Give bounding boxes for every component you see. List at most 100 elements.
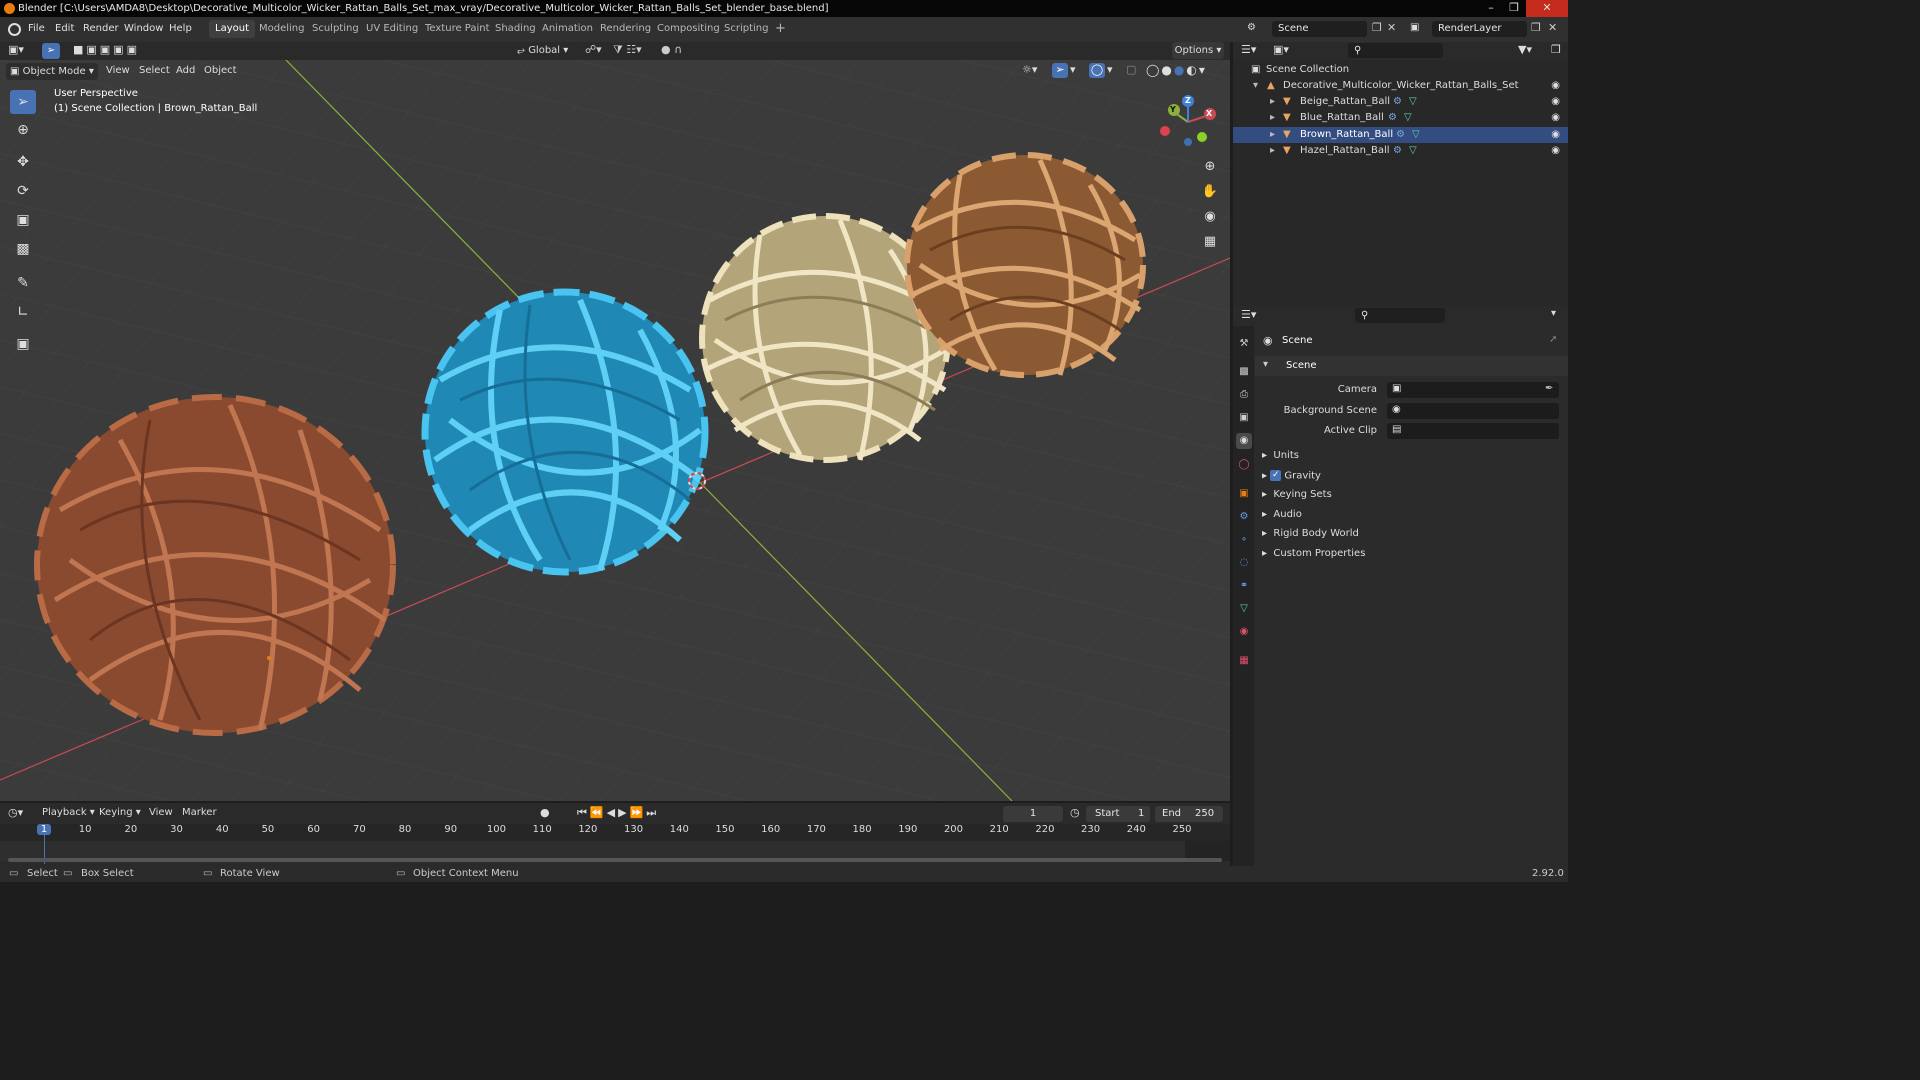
tab-modeling[interactable]: Modeling	[253, 20, 311, 38]
move-tool-icon[interactable]: ✥	[10, 150, 36, 174]
new-render-layer-icon[interactable]: ❐	[1531, 21, 1541, 34]
tab-scripting[interactable]: Scripting	[718, 20, 774, 38]
audio-panel[interactable]: ▸ Audio	[1262, 509, 1302, 520]
record-icon[interactable]: ●	[540, 806, 550, 819]
end-frame-field[interactable]: End 250	[1155, 806, 1223, 822]
menu-view[interactable]: View	[106, 65, 130, 76]
constraints-tab-icon[interactable]: ⚭	[1236, 578, 1252, 594]
properties-options-icon[interactable]: ▾	[1551, 308, 1556, 319]
current-frame-indicator[interactable]: 1	[36, 824, 52, 835]
chevron-right-icon[interactable]: ▸	[1270, 110, 1275, 126]
tab-shading[interactable]: Shading	[489, 20, 542, 38]
chevron-right-icon[interactable]: ▸	[1270, 143, 1275, 159]
transform-tool-icon[interactable]: ▩	[10, 237, 36, 261]
texture-tab-icon[interactable]: ▦	[1236, 653, 1252, 669]
outliner-row-beige[interactable]: ▸ ▼ Beige_Rattan_Ball ⚙ ▽ ◉	[1233, 94, 1568, 110]
gizmo-toggle-icon[interactable]: ➢	[1052, 63, 1068, 78]
outliner-row-brown[interactable]: ▸ ▼ Brown_Rattan_Ball ⚙ ▽ ◉	[1233, 127, 1568, 143]
pan-hand-icon[interactable]: ✋	[1200, 182, 1220, 202]
timeline-view-menu[interactable]: View	[149, 807, 173, 818]
marker-menu[interactable]: Marker	[182, 807, 217, 818]
blue-rattan-ball[interactable]	[421, 288, 709, 576]
custom-properties-panel[interactable]: ▸ Custom Properties	[1262, 548, 1365, 559]
display-mode-icon[interactable]: ▣▾	[1273, 43, 1289, 56]
eye-icon[interactable]: ◉	[1551, 110, 1560, 126]
outliner-row-blue[interactable]: ▸ ▼ Blue_Rattan_Ball ⚙ ▽ ◉	[1233, 110, 1568, 126]
rotate-tool-icon[interactable]: ⟳	[10, 179, 36, 203]
camera-field[interactable]: ▣ ✒	[1387, 382, 1559, 398]
menu-render[interactable]: Render	[83, 17, 119, 42]
eye-icon[interactable]: ◉	[1551, 127, 1560, 143]
mesh-data-icon[interactable]: ▽	[1409, 94, 1417, 110]
brown-rattan-ball[interactable]	[34, 394, 396, 736]
mode-dropdown[interactable]: ▣ Object Mode ▾	[6, 63, 98, 80]
gravity-panel[interactable]: ▸ ✓ Gravity	[1262, 470, 1321, 482]
perspective-toggle-icon[interactable]: ▦	[1200, 232, 1220, 252]
keying-menu[interactable]: Keying ▾	[99, 807, 141, 818]
tab-rendering[interactable]: Rendering	[594, 20, 657, 38]
menu-object[interactable]: Object	[204, 65, 237, 76]
menu-help[interactable]: Help	[169, 17, 192, 42]
add-cube-tool-icon[interactable]: ▣	[10, 332, 36, 356]
new-scene-icon[interactable]: ❐	[1372, 21, 1382, 34]
pivot-point-icon[interactable]: ☍▾	[585, 43, 602, 56]
units-panel[interactable]: ▸ Units	[1262, 450, 1299, 461]
overlays-icon[interactable]: ◯	[1089, 63, 1105, 78]
maximize-icon[interactable]: ❐	[1503, 0, 1525, 17]
properties-search-input[interactable]: ⚲	[1355, 308, 1445, 323]
delete-scene-icon[interactable]: ✕	[1387, 21, 1396, 34]
physics-tab-icon[interactable]: ◌	[1236, 555, 1252, 571]
camera-view-icon[interactable]: ◉	[1200, 207, 1220, 227]
snap-icon[interactable]: ⧩ ☷▾	[613, 43, 642, 57]
output-tab-icon[interactable]: ⎙	[1236, 387, 1252, 403]
tab-uv-editing[interactable]: UV Editing	[360, 20, 424, 38]
scene-tab-icon[interactable]: ◉	[1236, 433, 1252, 449]
proportional-edit-icon[interactable]: ● ∩	[661, 43, 682, 56]
visibility-icon[interactable]: ☼▾	[1022, 63, 1037, 76]
menu-window[interactable]: Window	[124, 17, 163, 42]
menu-add[interactable]: Add	[176, 65, 195, 76]
3d-viewport[interactable]: ▣ Object Mode ▾ View Select Add Object ☼…	[0, 60, 1230, 801]
keying-sets-panel[interactable]: ▸ Keying Sets	[1262, 489, 1332, 500]
select-box-tool-icon[interactable]: ➢	[10, 90, 36, 114]
blender-menu-icon[interactable]	[8, 23, 21, 36]
prev-keyframe-icon[interactable]: ⏪	[590, 806, 607, 819]
render-layer-field[interactable]: RenderLayer	[1432, 21, 1527, 37]
transform-orientation-dropdown[interactable]: ⥂ Global ▾	[513, 42, 577, 59]
delete-render-layer-icon[interactable]: ✕	[1548, 21, 1557, 34]
modifier-wrench-icon[interactable]: ⚙	[1393, 143, 1402, 159]
world-tab-icon[interactable]: ◯	[1236, 457, 1252, 473]
tab-animation[interactable]: Animation	[536, 20, 599, 38]
new-collection-icon[interactable]: ❐	[1551, 43, 1561, 56]
modifier-wrench-icon[interactable]: ⚙	[1388, 110, 1397, 126]
mesh-data-icon[interactable]: ▽	[1409, 143, 1417, 159]
chevron-down-icon[interactable]: ▾	[1253, 78, 1258, 94]
tab-compositing[interactable]: Compositing	[651, 20, 726, 38]
view-layer-tab-icon[interactable]: ▣	[1236, 410, 1252, 426]
modifier-wrench-icon[interactable]: ⚙	[1396, 127, 1405, 143]
material-tab-icon[interactable]: ◉	[1236, 624, 1252, 640]
outliner-editor-icon[interactable]: ☰▾	[1241, 43, 1256, 56]
cursor-tool-icon[interactable]: ⊕	[10, 118, 36, 142]
hazel-rattan-ball[interactable]	[904, 152, 1146, 378]
eye-icon[interactable]: ◉	[1551, 143, 1560, 159]
xray-icon[interactable]: ▢	[1126, 63, 1136, 76]
timeline-editor-icon[interactable]: ◷▾	[8, 806, 23, 819]
minimize-icon[interactable]: –	[1480, 0, 1502, 17]
pin-icon[interactable]: ➚	[1549, 334, 1557, 345]
scene-browse-icon[interactable]: ⚙	[1247, 22, 1267, 37]
menu-file[interactable]: File	[28, 17, 45, 42]
modifier-wrench-icon[interactable]: ⚙	[1393, 94, 1402, 110]
add-workspace-icon[interactable]: +	[769, 20, 792, 38]
mesh-data-icon[interactable]: ▽	[1412, 127, 1420, 143]
gravity-checkbox[interactable]: ✓	[1270, 470, 1282, 481]
overlays-dropdown-icon[interactable]: ▾	[1107, 63, 1113, 76]
active-clip-field[interactable]: ▤	[1387, 423, 1559, 439]
eyedropper-icon[interactable]: ✒	[1545, 383, 1553, 394]
outliner-row-collection[interactable]: ▾ ▲ Decorative_Multicolor_Wicker_Rattan_…	[1233, 78, 1568, 94]
start-frame-field[interactable]: Start 1	[1086, 806, 1150, 822]
particles-tab-icon[interactable]: ∘	[1236, 532, 1252, 548]
timeline-scrollbar[interactable]	[8, 858, 1222, 862]
menu-select[interactable]: Select	[139, 65, 170, 76]
options-dropdown[interactable]: Options ▾	[1172, 42, 1224, 59]
